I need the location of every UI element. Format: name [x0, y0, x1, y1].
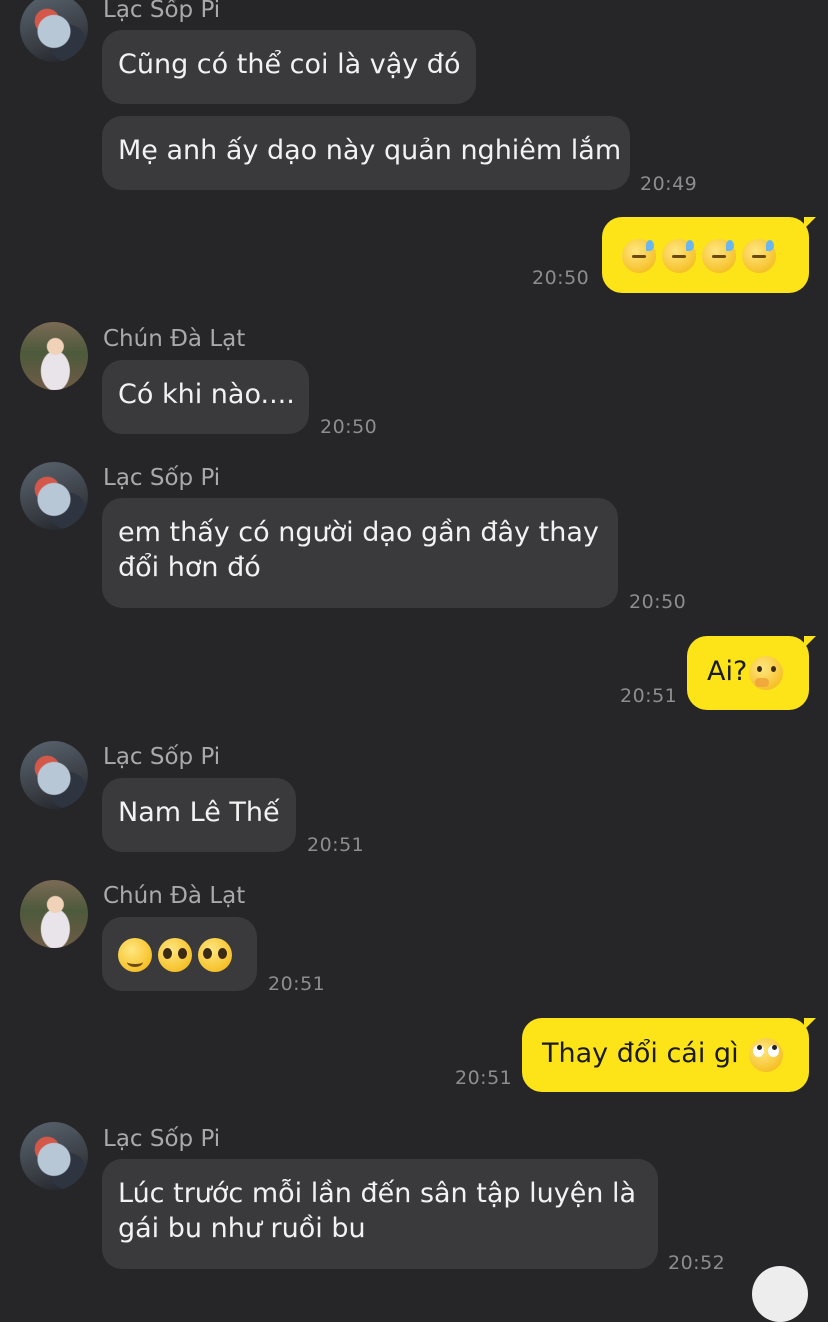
- message-time: 20:50: [320, 416, 378, 438]
- message-bubble[interactable]: Thay đổi cái gì: [522, 1018, 816, 1092]
- message-time: 20:50: [629, 591, 687, 613]
- sender-name: Lạc Sốp Pi: [103, 744, 221, 770]
- downcast-sweat-emoji-icon: [622, 238, 656, 273]
- message-text: Nam Lê Thế: [118, 797, 280, 828]
- message-bubble[interactable]: Mẹ anh ấy dạo này quản nghiêm lắm: [102, 116, 630, 190]
- message-time: 20:51: [620, 685, 678, 707]
- message-bubble[interactable]: [102, 917, 257, 991]
- message-text: Có khi nào....: [118, 379, 295, 410]
- message-bubble[interactable]: Lúc trước mỗi lần đến sân tập luyện là g…: [102, 1159, 658, 1269]
- message-text: Ai?: [707, 656, 748, 687]
- message-text-line: gái bu như ruồi bu: [118, 1213, 366, 1244]
- eye-roll-emoji-icon: [748, 1037, 783, 1072]
- avatar[interactable]: [20, 0, 88, 62]
- message-bubble[interactable]: Có khi nào....: [102, 360, 309, 434]
- message-text: Mẹ anh ấy dạo này quản nghiêm lắm: [118, 135, 622, 166]
- sender-name: Lạc Sốp Pi: [103, 1126, 221, 1152]
- message-bubble[interactable]: Cũng có thể coi là vậy đó: [102, 30, 476, 104]
- sender-name: Lạc Sốp Pi: [103, 465, 221, 491]
- message-time: 20:50: [532, 267, 590, 289]
- message-bubble[interactable]: Nam Lê Thế: [102, 778, 296, 852]
- avatar[interactable]: [20, 880, 88, 948]
- message-text: Thay đổi cái gì: [542, 1038, 739, 1069]
- thinking-emoji-icon: [749, 655, 784, 690]
- downcast-sweat-emoji-icon: [742, 238, 776, 273]
- message-time: 20:51: [455, 1067, 513, 1089]
- message-bubble[interactable]: em thấy có người dạo gần đây thay đổi hơ…: [102, 498, 618, 608]
- sender-name: Chún Đà Lạt: [103, 883, 246, 909]
- message-bubble[interactable]: [602, 217, 816, 293]
- avatar[interactable]: [20, 741, 88, 809]
- message-text-line: Lúc trước mỗi lần đến sân tập luyện là: [118, 1178, 637, 1209]
- pleading-face-emoji-icon: [198, 937, 232, 972]
- avatar[interactable]: [20, 462, 88, 530]
- message-text: Cũng có thể coi là vậy đó: [118, 49, 461, 80]
- sender-name: Lạc Sốp Pi: [103, 0, 221, 23]
- message-text-line: em thấy có người dạo gần đây thay: [118, 517, 599, 548]
- slightly-smiling-emoji-icon: [118, 937, 152, 972]
- message-time: 20:49: [640, 173, 698, 195]
- message-bubble[interactable]: Ai?: [687, 636, 816, 710]
- pleading-face-emoji-icon: [158, 937, 192, 972]
- scroll-down-button[interactable]: [752, 1266, 808, 1322]
- message-text-line: đổi hơn đó: [118, 552, 261, 583]
- sender-name: Chún Đà Lạt: [103, 326, 246, 352]
- message-time: 20:51: [307, 834, 365, 856]
- downcast-sweat-emoji-icon: [702, 238, 736, 273]
- message-time: 20:52: [668, 1252, 726, 1274]
- avatar[interactable]: [20, 322, 88, 390]
- message-time: 20:51: [268, 973, 326, 995]
- downcast-sweat-emoji-icon: [662, 238, 696, 273]
- avatar[interactable]: [20, 1122, 88, 1190]
